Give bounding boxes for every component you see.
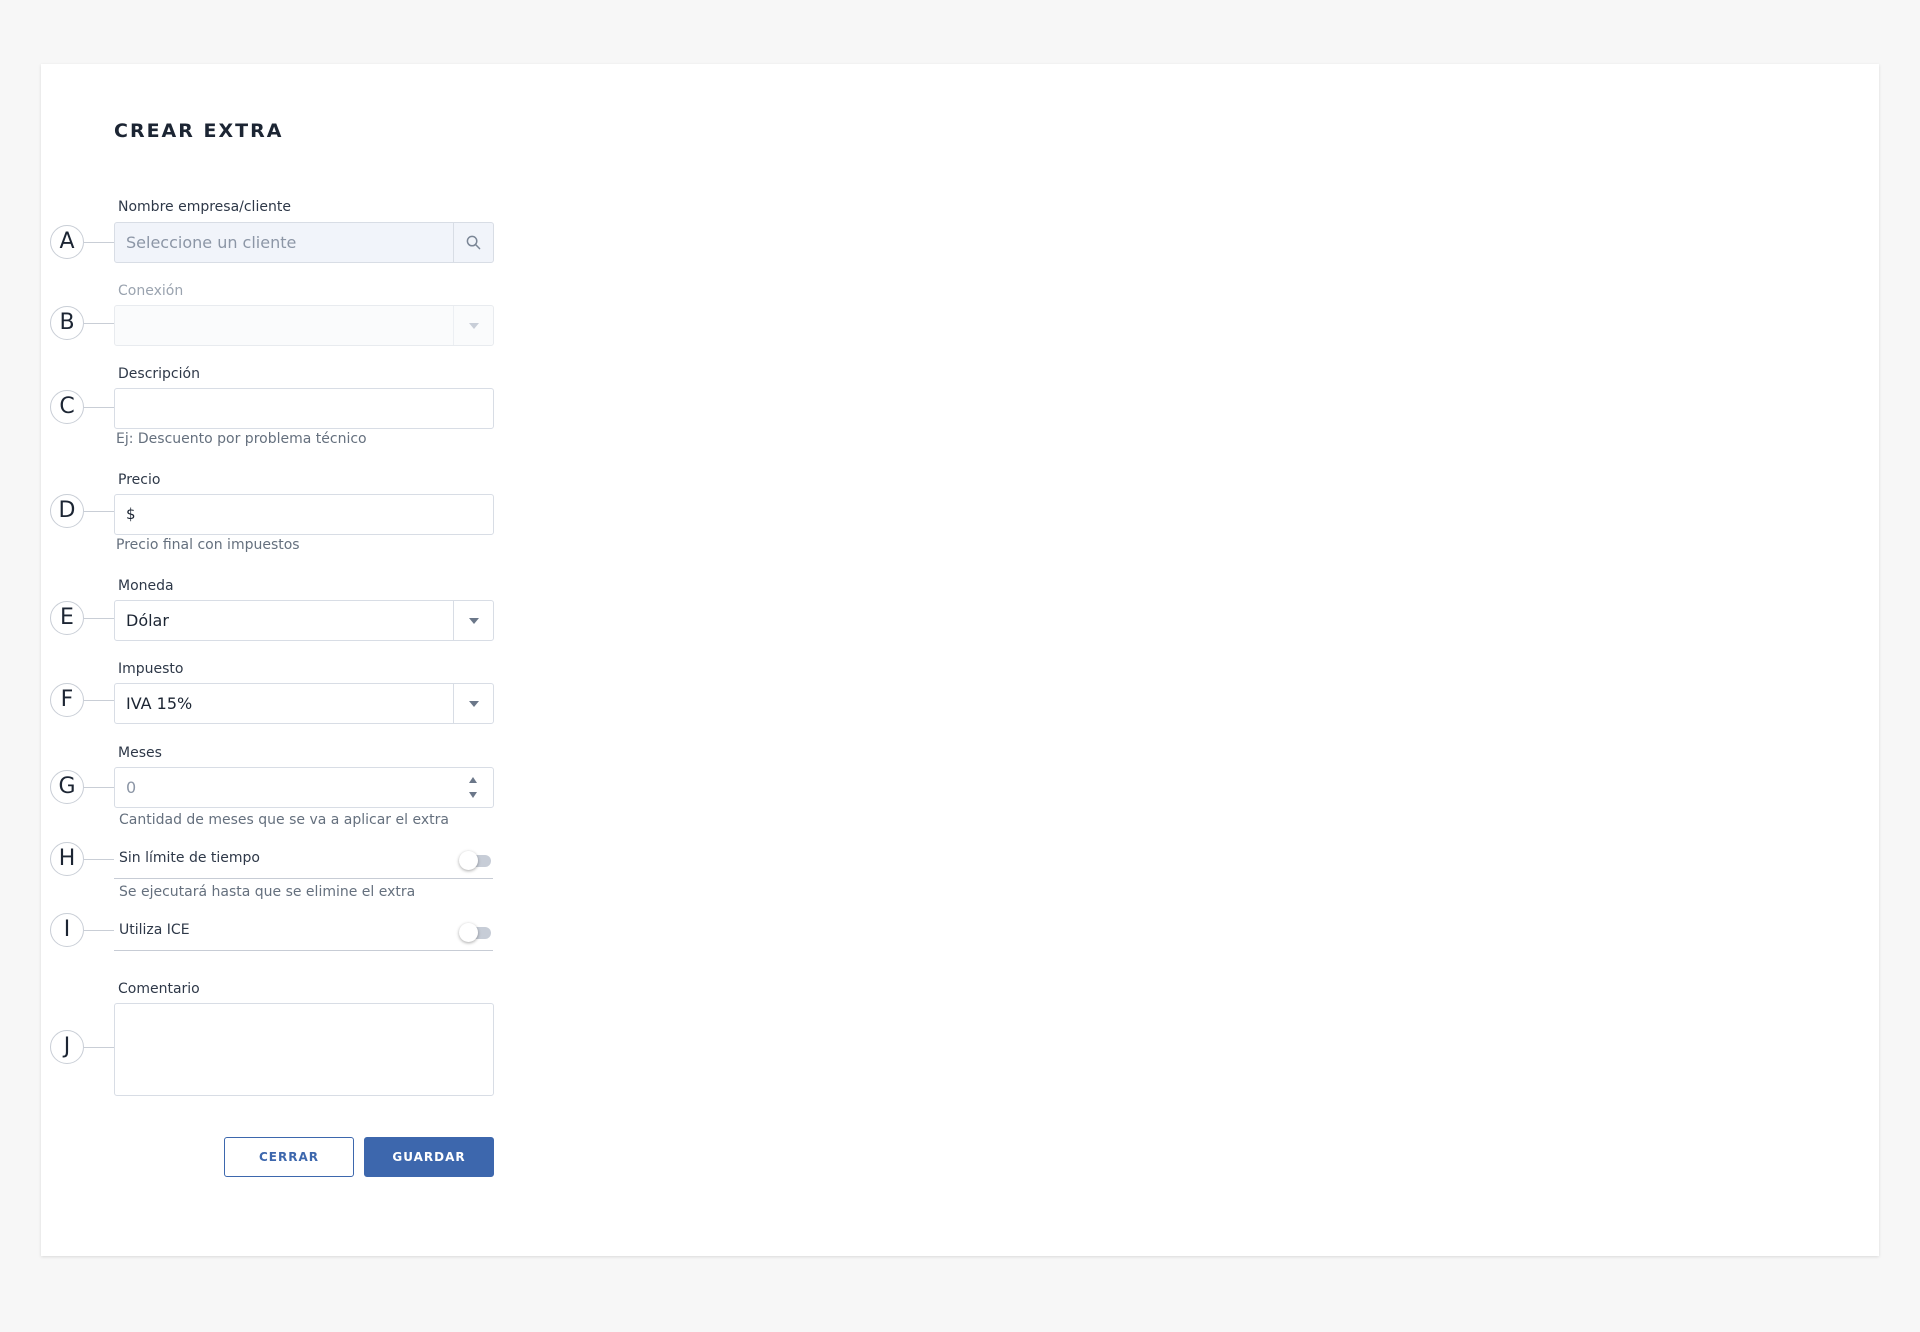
marker-connector [84, 1047, 114, 1048]
marker-f: F [50, 683, 84, 717]
search-button[interactable] [453, 223, 493, 262]
price-label: Precio [118, 472, 161, 488]
price-prefix: $ [126, 505, 136, 523]
close-button[interactable]: CERRAR [224, 1137, 354, 1177]
no-time-limit-hint: Se ejecutará hasta que se elimine el ext… [119, 884, 416, 900]
marker-i: I [50, 913, 84, 947]
tax-value: IVA 15% [126, 694, 193, 713]
marker-g: G [50, 770, 84, 804]
save-button[interactable]: GUARDAR [364, 1137, 494, 1177]
connection-label: Conexión [118, 283, 184, 299]
uses-ice-row: Utiliza ICE [114, 914, 493, 951]
currency-label: Moneda [118, 578, 174, 594]
marker-connector [84, 323, 114, 324]
stepper-up-icon[interactable] [469, 777, 477, 783]
marker-connector [84, 242, 114, 243]
tax-dropdown-toggle[interactable] [453, 684, 493, 723]
marker-connector [84, 511, 114, 512]
client-placeholder: Seleccione un cliente [126, 233, 297, 252]
price-input[interactable]: $ [114, 494, 494, 535]
no-time-limit-row: Sin límite de tiempo [114, 842, 493, 879]
client-label: Nombre empresa/cliente [118, 199, 291, 215]
stepper-down-icon[interactable] [469, 792, 477, 798]
price-hint: Precio final con impuestos [116, 537, 300, 553]
months-hint: Cantidad de meses que se va a aplicar el… [119, 812, 449, 828]
currency-select[interactable]: Dólar [114, 600, 494, 641]
description-hint: Ej: Descuento por problema técnico [116, 431, 367, 447]
marker-connector [84, 859, 114, 860]
no-time-limit-label: Sin límite de tiempo [119, 850, 260, 866]
marker-connector [84, 618, 114, 619]
marker-b: B [50, 306, 84, 340]
currency-value: Dólar [126, 611, 169, 630]
search-icon [466, 235, 481, 250]
toggle-knob [459, 851, 478, 870]
marker-e: E [50, 601, 84, 635]
page-title: CREAR EXTRA [114, 120, 284, 142]
no-time-limit-toggle[interactable] [459, 851, 491, 870]
months-input[interactable]: 0 [114, 767, 494, 808]
marker-j: J [50, 1030, 84, 1064]
months-stepper[interactable] [453, 768, 493, 807]
marker-connector [84, 700, 114, 701]
chevron-down-icon [468, 322, 479, 329]
marker-connector [84, 930, 114, 931]
uses-ice-label: Utiliza ICE [119, 922, 190, 938]
uses-ice-toggle[interactable] [459, 923, 491, 942]
chevron-down-icon [468, 617, 479, 624]
marker-c: C [50, 390, 84, 424]
tax-select[interactable]: IVA 15% [114, 683, 494, 724]
chevron-down-icon [468, 700, 479, 707]
currency-dropdown-toggle[interactable] [453, 601, 493, 640]
tax-label: Impuesto [118, 661, 184, 677]
months-placeholder: 0 [126, 778, 137, 797]
connection-select [114, 305, 494, 346]
marker-connector [84, 407, 114, 408]
description-input[interactable] [114, 388, 494, 429]
marker-d: D [50, 494, 84, 528]
marker-h: H [50, 842, 84, 876]
toggle-knob [459, 923, 478, 942]
months-label: Meses [118, 745, 162, 761]
description-label: Descripción [118, 366, 200, 382]
connection-dropdown-toggle [453, 306, 493, 345]
comment-label: Comentario [118, 981, 200, 997]
marker-connector [84, 787, 114, 788]
client-search-input[interactable]: Seleccione un cliente [114, 222, 494, 263]
marker-a: A [50, 225, 84, 259]
comment-textarea[interactable] [114, 1003, 494, 1096]
